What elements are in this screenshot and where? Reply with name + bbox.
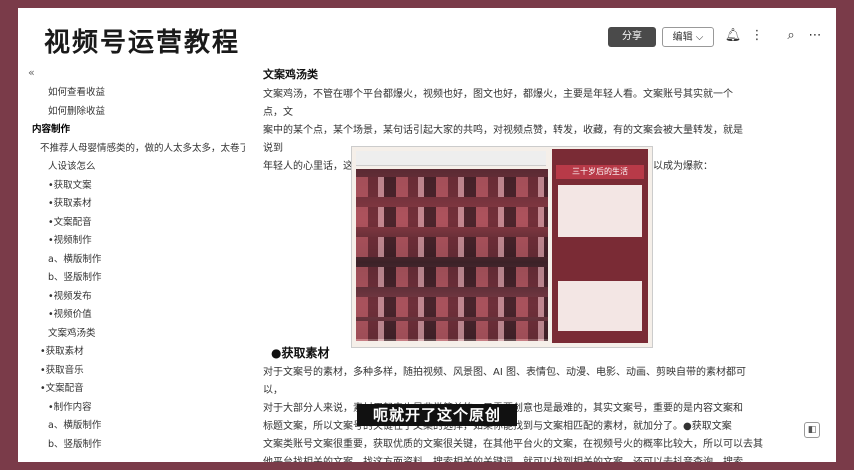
sidebar-outline: « 如何查看收益 如何删除收益内容制作不推荐人母婴情感类的，做的人太多太多，太卷了… [18,64,245,462]
sidebar-item[interactable]: •获取音乐 [40,362,84,376]
sidebar-item[interactable]: a、横版制作 [48,251,101,265]
body-line: 他平台找相关的文案，找这方面资料，搜索相关的关键词，就可以找到相关的文案，还可以… [263,454,763,462]
section-heading: 文案鸡汤类 [263,68,318,81]
sidebar-item[interactable]: •制作内容 [48,399,92,413]
video-grid-thumbnail [356,169,548,341]
sidebar-item[interactable]: •视频价值 [48,306,92,320]
sidebar-item[interactable]: •视频发布 [48,288,92,302]
top-bar: 视频号运营教程 分享 编辑 ⌵ 🔔︎ ⋮ ⌕ ⋯ [18,8,836,64]
share-button[interactable]: 分享 [608,27,656,47]
sidebar-item[interactable]: 如何删除收益 [48,103,105,117]
sidebar-item[interactable]: •视频制作 [48,232,92,246]
sidebar-item[interactable]: 如何查看收益 [48,84,105,98]
sidebar-item[interactable]: 人设该怎么 [48,158,96,172]
video-subtitle: 呃就开了这个原创 [357,404,517,426]
sidebar-item[interactable]: b、竖版制作 [48,436,102,450]
edit-button[interactable]: 编辑 ⌵ [662,27,714,47]
sidebar-item[interactable]: •获取素材 [40,343,84,357]
collapse-icon[interactable]: « [28,66,35,79]
sidebar-item[interactable]: a、横版制作 [48,417,101,431]
image-header-bar [356,151,546,166]
page-title: 视频号运营教程 [44,28,241,58]
sidebar-item[interactable]: 文案鸡汤类 [48,325,96,339]
main-content: 文案鸡汤类 文案鸡汤，不管在哪个平台都爆火，视频也好，图文也好，都爆火，主要是年… [263,64,823,462]
poster-text-block [558,185,642,237]
more-icon[interactable]: ⋮ [748,27,766,45]
body-line: 文案类账号文案很重要，获取优质的文案很关键，在其他平台火的文案，在视频号火的概率… [263,439,763,450]
sidebar-item[interactable]: b、竖版制作 [48,269,102,283]
sidebar-item[interactable]: •获取文案 [48,177,92,191]
sidebar-item[interactable]: 内容制作 [32,121,70,135]
body-line: 对于文案号的素材，多种多样，随拍视频、风景图、AI 图、表情包、动漫、电影、动画… [263,367,746,396]
sidebar-item[interactable]: •文案配音 [48,214,92,228]
intro-line: 文案鸡汤，不管在哪个平台都爆火，视频也好，图文也好，都爆火，主要是年轻人看。文案… [263,89,733,118]
search-icon[interactable]: ⌕ [782,27,800,45]
poster-text-block [558,281,642,331]
feedback-icon[interactable]: ◧ [804,422,820,438]
more-horizontal-icon[interactable]: ⋯ [806,27,824,45]
sidebar-item[interactable]: •获取素材 [48,195,92,209]
poster-thumbnail: 三十岁后的生活 [552,149,648,343]
bell-icon[interactable]: 🔔︎ [724,27,742,45]
example-image[interactable]: 三十岁后的生活 [351,146,653,348]
sidebar-item[interactable]: 不推荐人母婴情感类的，做的人太多太多，太卷了 [40,140,245,154]
sidebar-item[interactable]: •文案配音 [40,380,84,394]
sub-heading: ●获取素材 [271,346,330,360]
poster-banner: 三十岁后的生活 [556,165,644,179]
document-window: 视频号运营教程 分享 编辑 ⌵ 🔔︎ ⋮ ⌕ ⋯ « 如何查看收益 如何删除收益内… [18,8,836,462]
